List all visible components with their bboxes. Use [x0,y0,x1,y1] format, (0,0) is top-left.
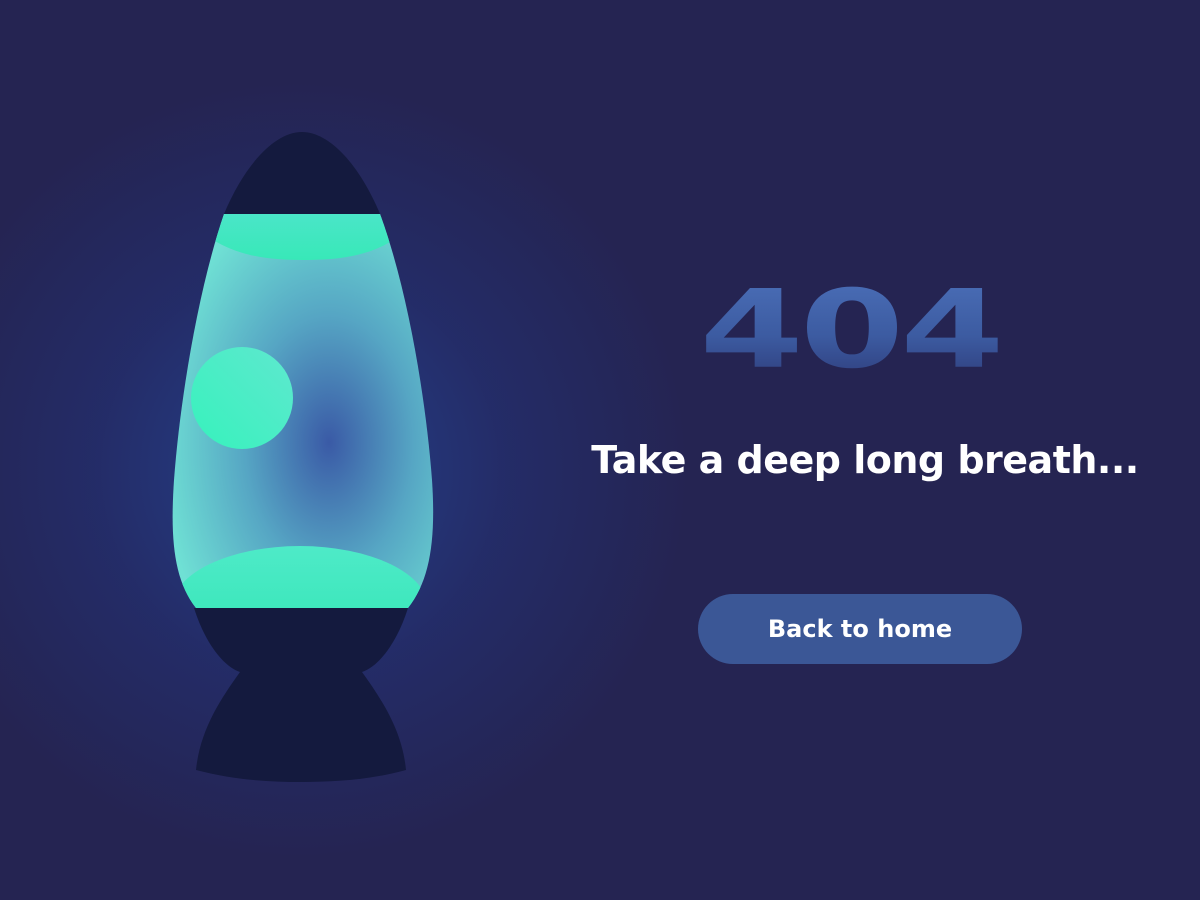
error-message: Take a deep long breath... [591,438,1139,482]
lava-lamp-icon [172,132,434,782]
lamp-base [194,608,408,782]
back-to-home-button[interactable]: Back to home [698,594,1022,664]
lamp-cap [224,132,380,214]
floating-lava-blob [191,347,293,449]
error-code: 404 [630,272,1070,387]
lamp-glass [172,214,434,608]
